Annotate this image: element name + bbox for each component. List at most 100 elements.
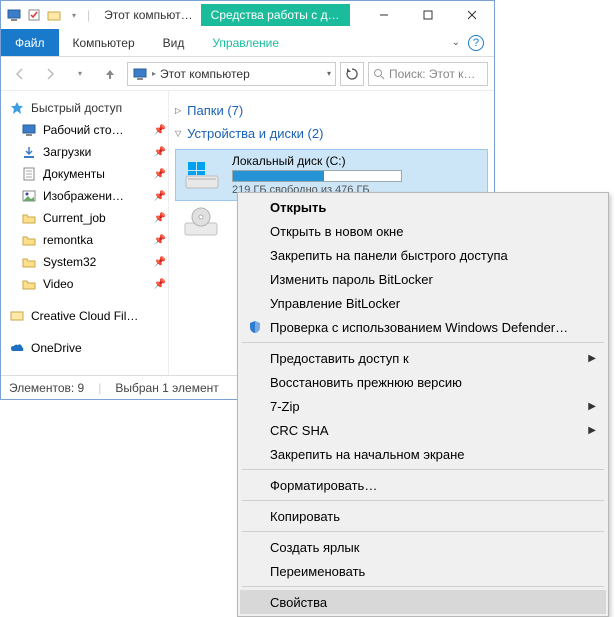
context-pin-start-label: Закрепить на начальном экране xyxy=(270,447,465,462)
drive-usage-bar xyxy=(232,170,402,182)
tab-file[interactable]: Файл xyxy=(1,29,59,56)
context-copy[interactable]: Копировать xyxy=(240,504,606,528)
breadcrumb-location[interactable]: Этот компьютер xyxy=(160,67,250,81)
status-elements: Элементов: 9 xyxy=(9,381,84,395)
context-crc-sha[interactable]: CRC SHA ▶ xyxy=(240,418,606,442)
context-open-new-label: Открыть в новом окне xyxy=(270,224,403,239)
folder-icon xyxy=(21,276,37,292)
this-pc-small-icon xyxy=(132,66,148,82)
context-separator xyxy=(242,469,604,470)
this-pc-icon xyxy=(5,6,23,24)
pin-icon: 📌 xyxy=(154,191,166,202)
star-icon xyxy=(9,100,25,116)
context-rename-label: Переименовать xyxy=(270,564,365,579)
search-placeholder: Поиск: Этот к… xyxy=(389,67,475,81)
submenu-arrow-icon: ▶ xyxy=(588,425,596,436)
qat-dropdown-icon[interactable]: ▾ xyxy=(65,6,83,24)
address-bar[interactable]: ▸ Этот компьютер ▾ xyxy=(127,62,336,86)
context-7zip-label: 7-Zip xyxy=(270,399,300,414)
new-folder-qat-icon[interactable] xyxy=(45,6,63,24)
pin-icon: 📌 xyxy=(154,279,166,290)
up-button[interactable] xyxy=(97,61,123,87)
back-button[interactable] xyxy=(7,61,33,87)
nav-item-label: Video xyxy=(43,277,148,291)
status-selected: Выбран 1 элемент xyxy=(115,381,218,395)
nav-item-remontka[interactable]: remontka📌 xyxy=(7,229,168,251)
dvd-drive-icon xyxy=(181,205,221,239)
navigation-pane: Быстрый доступ Рабочий сто…📌Загрузки📌Док… xyxy=(1,91,169,375)
properties-qat-icon[interactable] xyxy=(25,6,43,24)
pin-icon: 📌 xyxy=(154,169,166,180)
downloads-icon xyxy=(21,144,37,160)
folder-icon xyxy=(21,210,37,226)
drive-info: Локальный диск (C:) 219 ГБ свободно из 4… xyxy=(232,154,402,196)
maximize-button[interactable] xyxy=(406,1,450,29)
nav-item-video[interactable]: Video 📌 xyxy=(7,273,168,295)
context-shortcut-label: Создать ярлык xyxy=(270,540,359,555)
breadcrumb-separator[interactable]: ▸ xyxy=(152,69,156,78)
nav-item-documents[interactable]: Документы📌 xyxy=(7,163,168,185)
nav-item-label: System32 xyxy=(43,255,148,269)
nav-item-downloads[interactable]: Загрузки📌 xyxy=(7,141,168,163)
context-windows-defender[interactable]: Проверка с использованием Windows Defend… xyxy=(240,315,606,339)
nav-item-label: Изображени… xyxy=(43,189,148,203)
window-controls xyxy=(362,1,494,29)
nav-onedrive-label: OneDrive xyxy=(31,341,166,355)
context-properties-label: Свойства xyxy=(270,595,327,610)
nav-item-current-job[interactable]: Current_job📌 xyxy=(7,207,168,229)
context-manage-bitlocker-label: Управление BitLocker xyxy=(270,296,400,311)
folder-icon xyxy=(21,254,37,270)
minimize-button[interactable] xyxy=(362,1,406,29)
context-rename[interactable]: Переименовать xyxy=(240,559,606,583)
tab-management-label: Управление xyxy=(212,36,279,50)
context-pin-start[interactable]: Закрепить на начальном экране xyxy=(240,442,606,466)
refresh-button[interactable] xyxy=(340,62,364,86)
nav-item-system32[interactable]: System32📌 xyxy=(7,251,168,273)
nav-onedrive[interactable]: OneDrive xyxy=(7,337,168,359)
recent-dropdown[interactable]: ▾ xyxy=(67,61,93,87)
context-restore-previous[interactable]: Восстановить прежнюю версию xyxy=(240,370,606,394)
expand-icon: ▷ xyxy=(175,106,181,115)
context-open-new-window[interactable]: Открыть в новом окне xyxy=(240,219,606,243)
context-change-bitlocker[interactable]: Изменить пароль BitLocker xyxy=(240,267,606,291)
search-box[interactable]: Поиск: Этот к… xyxy=(368,62,488,86)
tab-management[interactable]: Управление xyxy=(198,29,293,56)
nav-quick-access[interactable]: Быстрый доступ xyxy=(7,97,168,119)
nav-item-desktop[interactable]: Рабочий сто…📌 xyxy=(7,119,168,141)
nav-item-pictures[interactable]: Изображени… 📌 xyxy=(7,185,168,207)
collapse-icon: ▽ xyxy=(175,129,181,138)
context-share-label: Предоставить доступ к xyxy=(270,351,409,366)
context-separator xyxy=(242,500,604,501)
context-change-bitlocker-label: Изменить пароль BitLocker xyxy=(270,272,433,287)
context-crcsha-label: CRC SHA xyxy=(270,423,329,438)
context-manage-bitlocker[interactable]: Управление BitLocker xyxy=(240,291,606,315)
forward-button[interactable] xyxy=(37,61,63,87)
context-7zip[interactable]: 7-Zip ▶ xyxy=(240,394,606,418)
context-pin-quick-access[interactable]: Закрепить на панели быстрого доступа xyxy=(240,243,606,267)
pin-icon: 📌 xyxy=(154,213,166,224)
submenu-arrow-icon: ▶ xyxy=(588,401,596,412)
context-share-access[interactable]: Предоставить доступ к▶ xyxy=(240,346,606,370)
tab-view[interactable]: Вид xyxy=(149,29,199,56)
context-format[interactable]: Форматировать… xyxy=(240,473,606,497)
titlebar: ▾ | Этот компьют… Средства работы с д… xyxy=(1,1,494,29)
documents-icon xyxy=(21,166,37,182)
address-dropdown-icon[interactable]: ▾ xyxy=(327,69,331,78)
tab-view-label: Вид xyxy=(163,36,185,50)
devices-section-header[interactable]: ▽ Устройства и диски (2) xyxy=(175,126,488,141)
close-button[interactable] xyxy=(450,1,494,29)
context-copy-label: Копировать xyxy=(270,509,340,524)
context-pin-quick-label: Закрепить на панели быстрого доступа xyxy=(270,248,508,263)
folders-section-header[interactable]: ▷ Папки (7) xyxy=(175,103,488,118)
onedrive-icon xyxy=(9,340,25,356)
pin-icon: 📌 xyxy=(154,125,166,136)
ribbon-expand-icon[interactable]: ⌄ xyxy=(452,37,460,48)
nav-creative-cloud-label: Creative Cloud Fil… xyxy=(31,309,166,323)
tab-computer-label: Компьютер xyxy=(73,36,135,50)
tab-computer[interactable]: Компьютер xyxy=(59,29,149,56)
context-create-shortcut[interactable]: Создать ярлык xyxy=(240,535,606,559)
context-open[interactable]: Открыть xyxy=(240,195,606,219)
help-button[interactable]: ? xyxy=(468,35,484,51)
nav-creative-cloud[interactable]: Creative Cloud Fil… xyxy=(7,305,168,327)
pictures-icon xyxy=(21,188,37,204)
